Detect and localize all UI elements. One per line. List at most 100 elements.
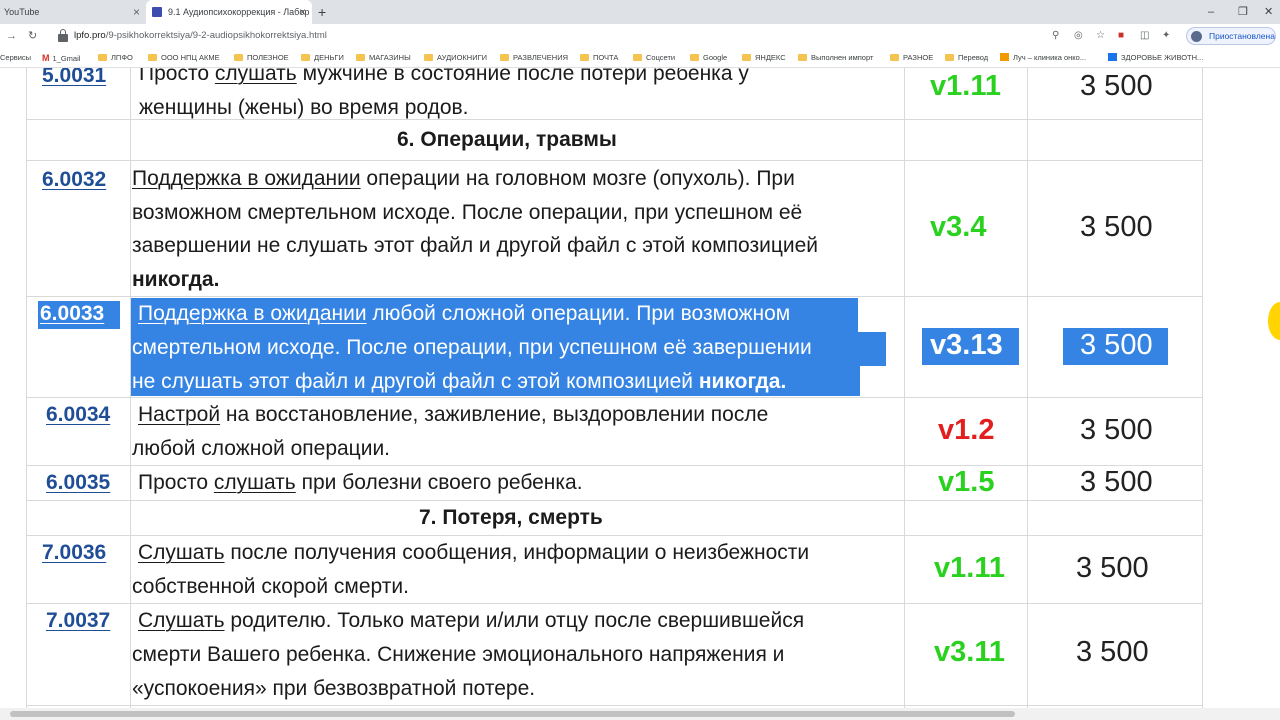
item-description: Просто слушать мужчине в состояние после… — [139, 68, 899, 124]
bookmark-folder[interactable]: РАЗВЛЕЧЕНИЯ — [500, 48, 568, 68]
price-table: 5.0031 Просто слушать мужчине в состояни… — [0, 68, 1280, 720]
site-icon — [1108, 53, 1117, 61]
item-code-link[interactable]: 5.0031 — [42, 68, 106, 88]
zoom-icon[interactable]: ⚲ — [1052, 24, 1059, 48]
item-code-link[interactable]: 6.0033 — [40, 302, 104, 326]
horizontal-scrollbar[interactable] — [0, 708, 1280, 720]
bookmark-folder[interactable]: ЛПФО — [98, 48, 133, 68]
listen-link[interactable]: Слушать — [138, 609, 225, 632]
folder-icon — [580, 54, 589, 61]
row-divider — [26, 705, 1203, 706]
item-description: любой сложной операции. — [132, 437, 391, 460]
bookmark-folder[interactable]: ДЕНЬГИ — [301, 48, 344, 68]
page-viewport: 5.0031 Просто слушать мужчине в состояни… — [0, 68, 1280, 720]
address-bar[interactable]: lpfo.pro/9-psikhokorrektsiya/9-2-audiops… — [74, 24, 327, 48]
item-code-link[interactable]: 6.0035 — [46, 471, 110, 495]
table-border — [1027, 68, 1028, 708]
pdf-extension-icon[interactable]: ■ — [1118, 24, 1124, 48]
window-close-icon[interactable]: ✕ — [1264, 0, 1273, 24]
site-icon — [1000, 53, 1009, 61]
bookmark-folder[interactable]: ПОЛЕЗНОЕ — [234, 48, 289, 68]
bookmark-zdorovie[interactable]: ЗДОРОВЬЕ ЖИВОТН... — [1108, 48, 1203, 68]
item-description: Поддержка в ожидании операции на головно… — [132, 167, 818, 291]
bookmark-folder[interactable]: Google — [690, 48, 727, 68]
folder-icon — [234, 54, 243, 61]
bookmarks-bar: Сервисы M 1_Gmail ЛПФО ООО НПЦ АКМЕ ПОЛЕЗ… — [0, 48, 1280, 68]
close-icon[interactable]: × — [299, 0, 306, 24]
minimize-icon[interactable]: – — [1208, 0, 1214, 24]
version-label: v1.5 — [938, 466, 995, 498]
price-value: 3 500 — [1080, 466, 1153, 498]
new-tab-icon[interactable]: + — [318, 0, 326, 24]
row-divider — [26, 160, 1203, 161]
bookmark-folder[interactable]: АУДИОКНИГИ — [424, 48, 487, 68]
url-path: /9-psikhokorrektsiya/9-2-audiopsikhokorr… — [105, 30, 327, 41]
close-icon[interactable]: × — [133, 0, 140, 24]
version-label: v3.13 — [930, 329, 1003, 361]
support-link[interactable]: Поддержка в ожидании — [132, 167, 361, 190]
puzzle-icon[interactable]: ✦ — [1162, 24, 1170, 48]
version-label: v1.11 — [930, 70, 1001, 102]
tab-title: 9.1 Аудиопсихокоррекция - Лабор — [168, 7, 310, 17]
bookmark-luch[interactable]: Луч – клиника онко... — [1000, 48, 1086, 68]
gmail-icon: M — [42, 53, 50, 63]
version-label: v3.4 — [930, 211, 987, 243]
support-link[interactable]: Поддержка в ожидании — [138, 302, 367, 325]
browser-toolbar: → ↻ lpfo.pro/9-psikhokorrektsiya/9-2-aud… — [0, 24, 1280, 48]
folder-icon — [798, 54, 807, 61]
scrollbar-thumb[interactable] — [10, 711, 1015, 717]
bookmark-folder[interactable]: ЯНДЕКС — [742, 48, 786, 68]
folder-icon — [633, 54, 642, 61]
site-favicon-icon — [152, 7, 162, 17]
maximize-icon[interactable]: ❐ — [1238, 0, 1248, 24]
tab-youtube[interactable]: YouTube × — [0, 0, 146, 24]
item-description: Слушать после получения сообщения, инфор… — [138, 541, 810, 564]
price-value: 3 500 — [1080, 414, 1153, 446]
version-label: v1.11 — [934, 552, 1005, 584]
bookmark-folder[interactable]: РАЗНОЕ — [890, 48, 933, 68]
item-description: Поддержка в ожидании любой сложной опера… — [138, 302, 791, 325]
table-border — [904, 68, 905, 708]
folder-icon — [945, 54, 954, 61]
item-code-link[interactable]: 7.0037 — [46, 609, 110, 633]
back-icon[interactable]: → — [6, 24, 17, 48]
folder-icon — [301, 54, 310, 61]
bookmark-services[interactable]: Сервисы — [0, 48, 31, 68]
item-code-link[interactable]: 7.0036 — [42, 541, 106, 565]
item-description: собственной скорой смерти. — [132, 575, 409, 598]
bookmark-folder[interactable]: ПОЧТА — [580, 48, 618, 68]
listen-link[interactable]: Слушать — [138, 541, 225, 564]
star-icon[interactable]: ☆ — [1096, 24, 1105, 48]
extension-icon[interactable]: ◫ — [1140, 24, 1149, 48]
lock-icon[interactable] — [58, 29, 68, 42]
avatar — [1191, 31, 1202, 42]
bookmark-folder[interactable]: ООО НПЦ АКМЕ — [148, 48, 220, 68]
listen-link[interactable]: слушать — [214, 471, 296, 494]
listen-link[interactable]: слушать — [215, 68, 297, 85]
folder-icon — [690, 54, 699, 61]
setup-link[interactable]: Настрой — [138, 403, 220, 426]
item-description: Просто слушать при болезни своего ребенк… — [138, 471, 583, 494]
url-host: lpfo.pro — [74, 30, 106, 41]
price-value: 3 500 — [1076, 636, 1149, 668]
bookmark-folder[interactable]: Перевод — [945, 48, 988, 68]
bookmark-gmail[interactable]: M 1_Gmail — [42, 48, 80, 68]
item-code-link[interactable]: 6.0034 — [46, 403, 110, 427]
folder-icon — [98, 54, 107, 61]
profile-button[interactable]: Приостановлена — [1186, 27, 1276, 45]
profile-status: Приостановлена — [1209, 31, 1275, 41]
item-description: смерти Вашего ребенка. Снижение эмоциона… — [132, 643, 785, 700]
eye-off-icon[interactable]: ◎ — [1074, 24, 1083, 48]
folder-icon — [148, 54, 157, 61]
bookmark-folder[interactable]: Соцсети — [633, 48, 675, 68]
item-code-link[interactable]: 6.0032 — [42, 168, 106, 192]
reload-icon[interactable]: ↻ — [28, 24, 37, 48]
bookmark-folder[interactable]: МАГАЗИНЫ — [356, 48, 411, 68]
price-value: 3 500 — [1080, 211, 1153, 243]
price-value: 3 500 — [1080, 329, 1153, 361]
section-heading: 6. Операции, травмы — [397, 128, 617, 151]
tab-active[interactable]: 9.1 Аудиопсихокоррекция - Лабор × — [146, 0, 312, 24]
item-description: Настрой на восстановление, заживление, в… — [138, 403, 769, 426]
table-border — [1202, 68, 1203, 708]
bookmark-folder[interactable]: Выполнен импорт — [798, 48, 873, 68]
